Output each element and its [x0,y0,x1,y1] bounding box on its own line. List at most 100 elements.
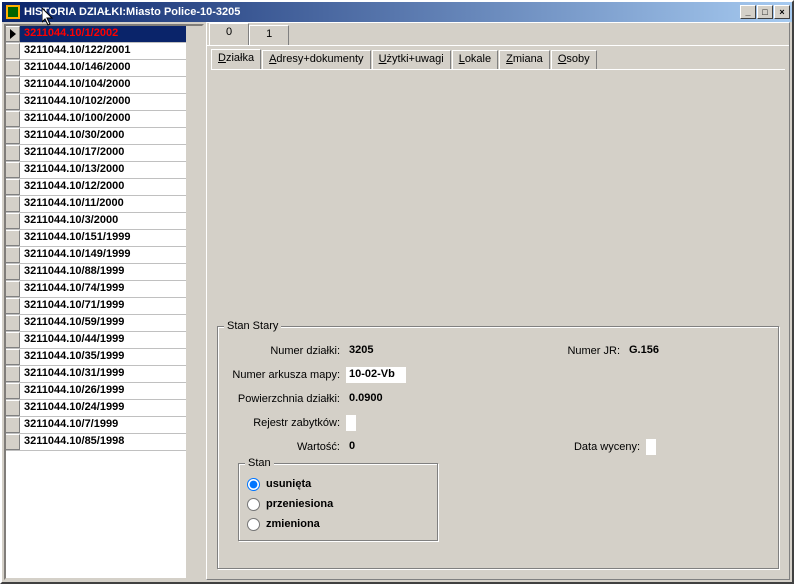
row-indicator [6,434,20,450]
vertical-scrollbar[interactable] [186,26,202,578]
row-cell[interactable]: 3211044.10/17/2000 [20,145,202,161]
numer-arkusza-label: Numer arkusza mapy: [226,369,346,381]
row-indicator [6,383,20,399]
powierzchnia-value: 0.0900 [346,391,406,407]
numer-jr-value: G.156 [626,343,686,359]
window-title: HISTORIA DZIAŁKI:Miasto Police-10-3205 [24,6,740,18]
table-row[interactable]: 3211044.10/100/2000 [6,111,202,128]
row-cell[interactable]: 3211044.10/102/2000 [20,94,202,110]
inner-tab-użytki+uwagi[interactable]: Użytki+uwagi [372,50,451,69]
table-row[interactable]: 3211044.10/102/2000 [6,94,202,111]
numer-dzialki-value: 3205 [346,343,406,359]
minimize-button[interactable]: _ [740,5,756,19]
row-cell[interactable]: 3211044.10/85/1998 [20,434,202,450]
row-cell[interactable]: 3211044.10/26/1999 [20,383,202,399]
table-row[interactable]: 3211044.10/17/2000 [6,145,202,162]
table-row[interactable]: 3211044.10/11/2000 [6,196,202,213]
row-cell[interactable]: 3211044.10/7/1999 [20,417,202,433]
table-row[interactable]: 3211044.10/13/2000 [6,162,202,179]
stan-title: Stan [245,457,274,469]
table-row[interactable]: 3211044.10/74/1999 [6,281,202,298]
row-cell[interactable]: 3211044.10/30/2000 [20,128,202,144]
close-button[interactable]: × [774,5,790,19]
row-indicator [6,162,20,178]
outer-tab-1[interactable]: 1 [249,25,289,45]
table-row[interactable]: 3211044.10/59/1999 [6,315,202,332]
row-cell[interactable]: 3211044.10/31/1999 [20,366,202,382]
inner-tab-zmiana[interactable]: Zmiana [499,50,550,69]
row-indicator [6,349,20,365]
row-indicator [6,43,20,59]
table-row[interactable]: 3211044.10/146/2000 [6,60,202,77]
inner-tab-lokale[interactable]: Lokale [452,50,498,69]
row-cell[interactable]: 3211044.10/104/2000 [20,77,202,93]
row-indicator [6,315,20,331]
table-row[interactable]: 3211044.10/85/1998 [6,434,202,451]
row-cell[interactable]: 3211044.10/149/1999 [20,247,202,263]
row-indicator [6,94,20,110]
table-row[interactable]: 3211044.10/122/2001 [6,43,202,60]
row-indicator [6,111,20,127]
outer-tab-0[interactable]: 0 [209,23,249,45]
stan-stary-title: Stan Stary [224,320,281,332]
row-cell[interactable]: 3211044.10/88/1999 [20,264,202,280]
row-cell[interactable]: 3211044.10/122/2001 [20,43,202,59]
row-indicator [6,366,20,382]
table-row[interactable]: 3211044.10/24/1999 [6,400,202,417]
row-cell[interactable]: 3211044.10/13/2000 [20,162,202,178]
table-row[interactable]: 3211044.10/149/1999 [6,247,202,264]
numer-dzialki-label: Numer działki: [226,345,346,357]
inner-tab-adresy+dokumenty[interactable]: Adresy+dokumenty [262,50,370,69]
row-cell[interactable]: 3211044.10/12/2000 [20,179,202,195]
row-indicator [6,128,20,144]
row-cell[interactable]: 3211044.10/1/2002 [20,26,202,42]
row-indicator [6,264,20,280]
stan-radio-przeniesiona[interactable] [247,498,260,511]
row-cell[interactable]: 3211044.10/11/2000 [20,196,202,212]
table-row[interactable]: 3211044.10/35/1999 [6,349,202,366]
inner-tab-działka[interactable]: Działka [211,49,261,69]
table-row[interactable]: 3211044.10/30/2000 [6,128,202,145]
table-row[interactable]: 3211044.10/3/2000 [6,213,202,230]
row-indicator [6,332,20,348]
stan-radio-label: zmieniona [266,518,320,530]
inner-tab-osoby[interactable]: Osoby [551,50,597,69]
table-row[interactable]: 3211044.10/26/1999 [6,383,202,400]
row-indicator [6,196,20,212]
table-row[interactable]: 3211044.10/104/2000 [6,77,202,94]
row-indicator [6,213,20,229]
window: HISTORIA DZIAŁKI:Miasto Police-10-3205 _… [0,0,794,584]
stan-radio-usunięta[interactable] [247,478,260,491]
maximize-button[interactable]: □ [757,5,773,19]
data-wyceny-value [646,439,656,455]
row-cell[interactable]: 3211044.10/59/1999 [20,315,202,331]
table-row[interactable]: 3211044.10/151/1999 [6,230,202,247]
row-cell[interactable]: 3211044.10/146/2000 [20,60,202,76]
row-cell[interactable]: 3211044.10/74/1999 [20,281,202,297]
table-row[interactable]: 3211044.10/44/1999 [6,332,202,349]
table-row[interactable]: 3211044.10/31/1999 [6,366,202,383]
row-indicator [6,230,20,246]
row-cell[interactable]: 3211044.10/151/1999 [20,230,202,246]
row-cell[interactable]: 3211044.10/100/2000 [20,111,202,127]
data-wyceny-label: Data wyceny: [556,441,646,453]
table-row[interactable]: 3211044.10/12/2000 [6,179,202,196]
table-row[interactable]: 3211044.10/7/1999 [6,417,202,434]
details-pane: 01 DziałkaAdresy+dokumentyUżytki+uwagiLo… [206,22,790,580]
powierzchnia-label: Powierzchnia działki: [226,393,346,405]
row-cell[interactable]: 3211044.10/71/1999 [20,298,202,314]
table-row[interactable]: 3211044.10/88/1999 [6,264,202,281]
row-indicator [6,60,20,76]
row-cell[interactable]: 3211044.10/44/1999 [20,332,202,348]
row-cell[interactable]: 3211044.10/3/2000 [20,213,202,229]
row-indicator [6,281,20,297]
table-row[interactable]: 3211044.10/71/1999 [6,298,202,315]
stan-group: Stan usuniętaprzeniesionazmieniona [238,463,438,541]
row-indicator [6,145,20,161]
history-grid[interactable]: 3211044.10/1/20023211044.10/122/20013211… [4,24,204,580]
stan-radio-zmieniona[interactable] [247,518,260,531]
table-row[interactable]: 3211044.10/1/2002 [6,26,202,43]
row-cell[interactable]: 3211044.10/24/1999 [20,400,202,416]
row-cell[interactable]: 3211044.10/35/1999 [20,349,202,365]
rejestr-value [346,415,356,431]
